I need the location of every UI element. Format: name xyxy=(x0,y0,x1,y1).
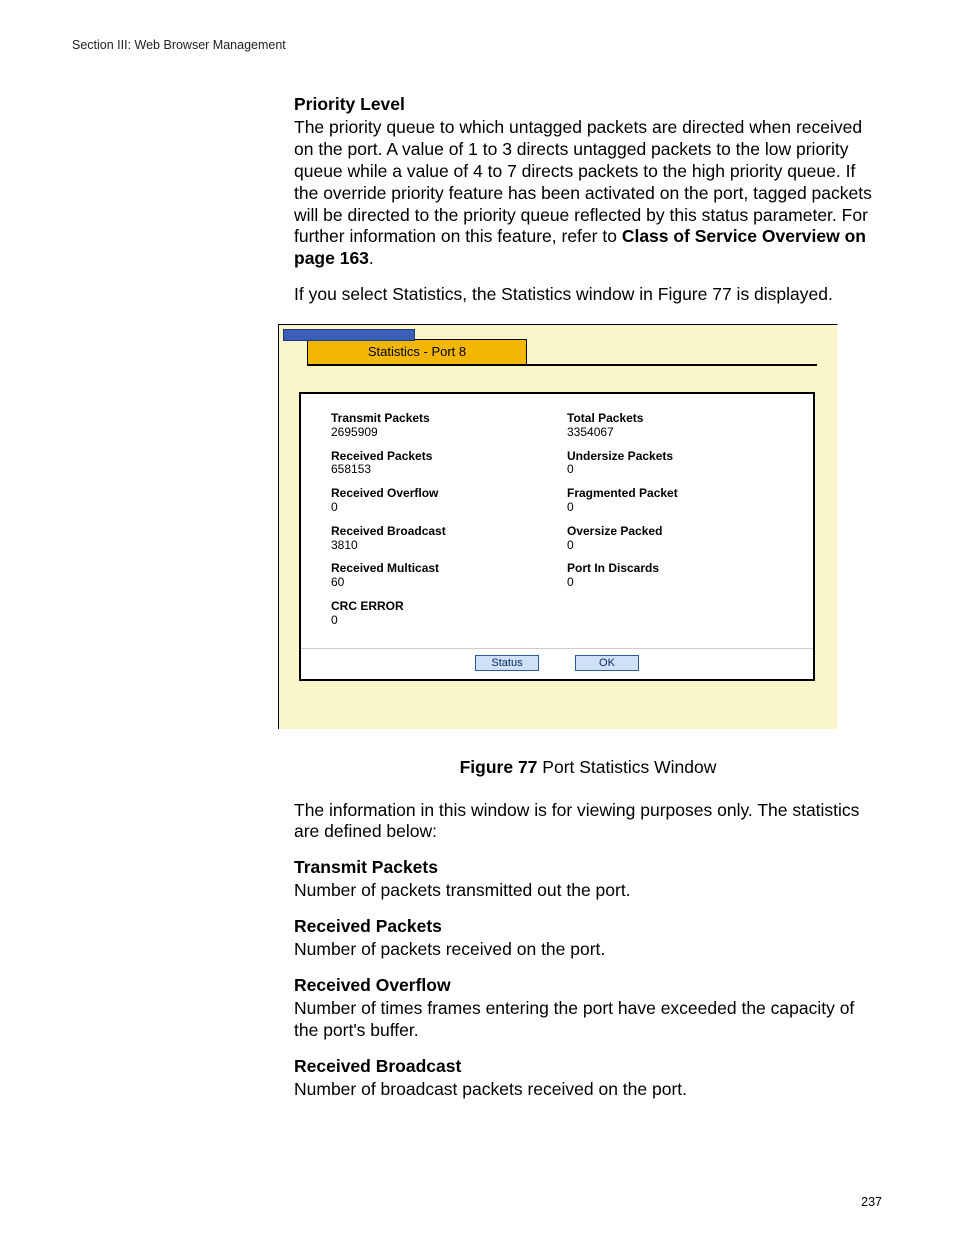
stat-value: 60 xyxy=(331,576,567,590)
section-header: Section III: Web Browser Management xyxy=(72,38,882,52)
page: Section III: Web Browser Management Prio… xyxy=(0,0,954,1235)
stat-label: Oversize Packed xyxy=(567,525,803,539)
desc-received-packets: Number of packets received on the port. xyxy=(294,939,882,961)
stat-fragmented-packet: Fragmented Packet 0 xyxy=(567,487,803,515)
stat-received-packets: Received Packets 658153 xyxy=(331,450,567,478)
stat-value: 0 xyxy=(567,539,803,553)
stat-label: Total Packets xyxy=(567,412,803,426)
figure-caption-number: Figure 77 xyxy=(460,757,538,777)
stat-value: 0 xyxy=(331,501,567,515)
figure-77: Statistics - Port 8 Transmit Packets 269… xyxy=(278,324,838,729)
stat-label: CRC ERROR xyxy=(331,600,567,614)
stat-value: 0 xyxy=(331,614,567,628)
stat-label: Transmit Packets xyxy=(331,412,567,426)
stat-transmit-packets: Transmit Packets 2695909 xyxy=(331,412,567,440)
content-column: Priority Level The priority queue to whi… xyxy=(294,94,882,1101)
figure-caption: Figure 77 Port Statistics Window xyxy=(294,757,882,778)
stat-value: 2695909 xyxy=(331,426,567,440)
stat-label: Received Broadcast xyxy=(331,525,567,539)
stat-label: Fragmented Packet xyxy=(567,487,803,501)
stat-crc-error: CRC ERROR 0 xyxy=(331,600,567,628)
stats-col-right: Total Packets 3354067 Undersize Packets … xyxy=(567,412,803,638)
stat-value: 0 xyxy=(567,576,803,590)
stat-value: 3810 xyxy=(331,539,567,553)
stat-label: Received Overflow xyxy=(331,487,567,501)
stat-undersize-packets: Undersize Packets 0 xyxy=(567,450,803,478)
stat-port-in-discards: Port In Discards 0 xyxy=(567,562,803,590)
stat-received-overflow: Received Overflow 0 xyxy=(331,487,567,515)
figure-caption-title: Port Statistics Window xyxy=(537,757,716,777)
stat-label: Received Multicast xyxy=(331,562,567,576)
stat-value: 0 xyxy=(567,463,803,477)
paragraph-priority: The priority queue to which untagged pac… xyxy=(294,117,882,270)
window-accent-bar xyxy=(283,329,415,341)
statistics-title-tab: Statistics - Port 8 xyxy=(307,339,527,364)
term-received-overflow: Received Overflow xyxy=(294,975,882,996)
stat-label: Port In Discards xyxy=(567,562,803,576)
stats-columns: Transmit Packets 2695909 Received Packet… xyxy=(331,412,803,638)
desc-received-broadcast: Number of broadcast packets received on … xyxy=(294,1079,882,1101)
page-number: 237 xyxy=(861,1195,882,1209)
stat-label: Undersize Packets xyxy=(567,450,803,464)
stats-col-left: Transmit Packets 2695909 Received Packet… xyxy=(331,412,567,638)
stat-total-packets: Total Packets 3354067 xyxy=(567,412,803,440)
stat-value: 0 xyxy=(567,501,803,515)
stat-value: 3354067 xyxy=(567,426,803,440)
term-transmit-packets: Transmit Packets xyxy=(294,857,882,878)
stat-received-multicast: Received Multicast 60 xyxy=(331,562,567,590)
button-row: Status OK xyxy=(301,648,813,679)
status-button[interactable]: Status xyxy=(475,655,539,671)
title-rule xyxy=(307,364,817,366)
heading-priority-level: Priority Level xyxy=(294,94,882,115)
desc-received-overflow: Number of times frames entering the port… xyxy=(294,998,882,1042)
desc-transmit-packets: Number of packets transmitted out the po… xyxy=(294,880,882,902)
stat-oversize-packed: Oversize Packed 0 xyxy=(567,525,803,553)
paragraph-viewing: The information in this window is for vi… xyxy=(294,800,882,844)
stat-received-broadcast: Received Broadcast 3810 xyxy=(331,525,567,553)
stat-value: 658153 xyxy=(331,463,567,477)
statistics-panel: Transmit Packets 2695909 Received Packet… xyxy=(299,392,815,681)
ok-button[interactable]: OK xyxy=(575,655,639,671)
statistics-window: Statistics - Port 8 Transmit Packets 269… xyxy=(278,324,838,729)
term-received-broadcast: Received Broadcast xyxy=(294,1056,882,1077)
term-received-packets: Received Packets xyxy=(294,916,882,937)
paragraph-figure-intro: If you select Statistics, the Statistics… xyxy=(294,284,882,306)
stat-label: Received Packets xyxy=(331,450,567,464)
paragraph-priority-end: . xyxy=(369,248,374,268)
